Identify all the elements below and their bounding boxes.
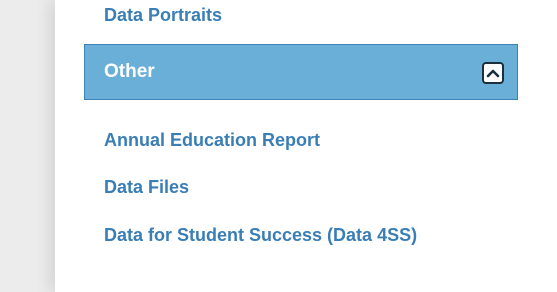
nav-link-data-for-student-success[interactable]: Data for Student Success (Data 4SS) xyxy=(104,222,494,248)
nav-link-data-portraits[interactable]: Data Portraits xyxy=(104,2,222,28)
section-title: Other xyxy=(104,61,155,82)
section-header-other[interactable]: Other xyxy=(84,44,518,100)
nav-link-data-files[interactable]: Data Files xyxy=(104,174,189,200)
chevron-up-icon[interactable] xyxy=(482,62,504,84)
nav-link-annual-education-report[interactable]: Annual Education Report xyxy=(104,127,320,153)
